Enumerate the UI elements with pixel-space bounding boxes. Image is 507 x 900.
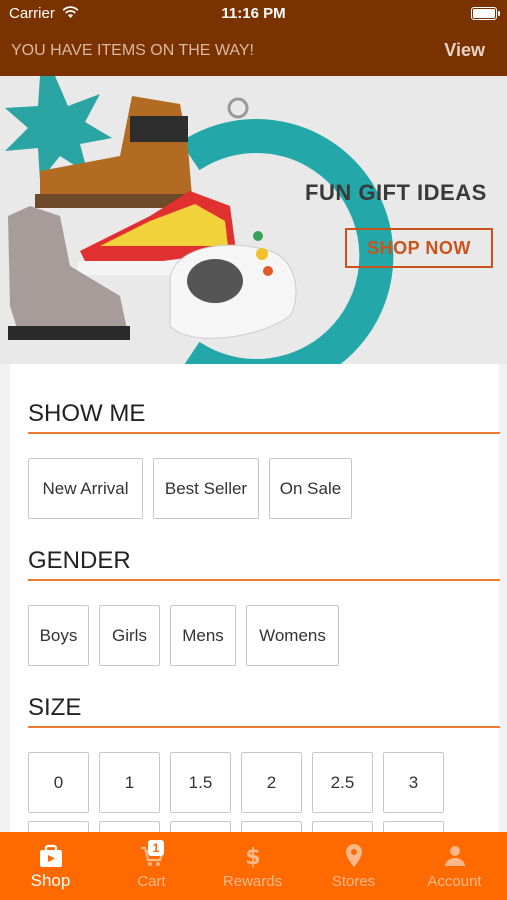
bottom-tab-bar: Shop Cart 1 $ Rewards Stores Account bbox=[0, 832, 507, 900]
filter-mens[interactable]: Mens bbox=[170, 605, 236, 666]
svg-text:$: $ bbox=[245, 845, 260, 869]
tab-cart-label: Cart bbox=[137, 873, 166, 890]
tab-stores-label: Stores bbox=[331, 873, 376, 890]
banner-headline: FUN GIFT IDEAS bbox=[305, 180, 487, 205]
size-option[interactable]: 1.5 bbox=[170, 752, 231, 813]
gender-title: GENDER bbox=[28, 547, 131, 574]
tab-stores[interactable]: Stores bbox=[303, 832, 404, 900]
cart-count-badge: 1 bbox=[148, 840, 164, 856]
tab-shop-label: Shop bbox=[30, 871, 71, 890]
tab-rewards-label: Rewards bbox=[222, 873, 283, 890]
filter-boys[interactable]: Boys bbox=[28, 605, 89, 666]
shopping-bag-icon bbox=[0, 842, 101, 870]
show-me-title: SHOW ME bbox=[28, 400, 146, 427]
dollar-icon: $ bbox=[202, 842, 303, 870]
size-option[interactable]: 2.5 bbox=[312, 752, 373, 813]
banner-shoes-image bbox=[5, 76, 394, 364]
clock: 11:16 PM bbox=[221, 5, 286, 22]
gender-divider bbox=[28, 579, 500, 581]
order-notice-message: YOU HAVE ITEMS ON THE WAY! bbox=[11, 42, 254, 59]
filter-new-arrival[interactable]: New Arrival bbox=[28, 458, 143, 519]
battery-icon bbox=[471, 7, 500, 20]
tab-account[interactable]: Account bbox=[404, 832, 505, 900]
shop-now-button[interactable]: SHOP NOW bbox=[345, 228, 493, 268]
tab-rewards[interactable]: $ Rewards bbox=[202, 832, 303, 900]
filter-best-seller[interactable]: Best Seller bbox=[153, 458, 259, 519]
promo-banner[interactable]: FUN GIFT IDEAS SHOP NOW bbox=[0, 76, 507, 364]
user-icon bbox=[404, 842, 505, 870]
order-notice-bar: YOU HAVE ITEMS ON THE WAY! View bbox=[0, 28, 507, 76]
size-divider bbox=[28, 726, 500, 728]
size-option[interactable]: 0 bbox=[28, 752, 89, 813]
size-option[interactable]: 1 bbox=[99, 752, 160, 813]
filter-girls[interactable]: Girls bbox=[99, 605, 160, 666]
size-title: SIZE bbox=[28, 694, 82, 721]
filters-panel: SHOW ME New Arrival Best Seller On Sale … bbox=[0, 364, 507, 851]
size-option[interactable]: 3 bbox=[383, 752, 444, 813]
size-option[interactable]: 2 bbox=[241, 752, 302, 813]
location-pin-icon bbox=[303, 842, 404, 870]
show-me-divider bbox=[28, 432, 500, 434]
filter-womens[interactable]: Womens bbox=[246, 605, 339, 666]
tab-shop[interactable]: Shop bbox=[0, 832, 101, 900]
status-bar: Carrier 11:16 PM bbox=[0, 0, 507, 28]
tab-account-label: Account bbox=[427, 873, 482, 890]
filter-on-sale[interactable]: On Sale bbox=[269, 458, 352, 519]
view-orders-link[interactable]: View bbox=[444, 40, 485, 61]
